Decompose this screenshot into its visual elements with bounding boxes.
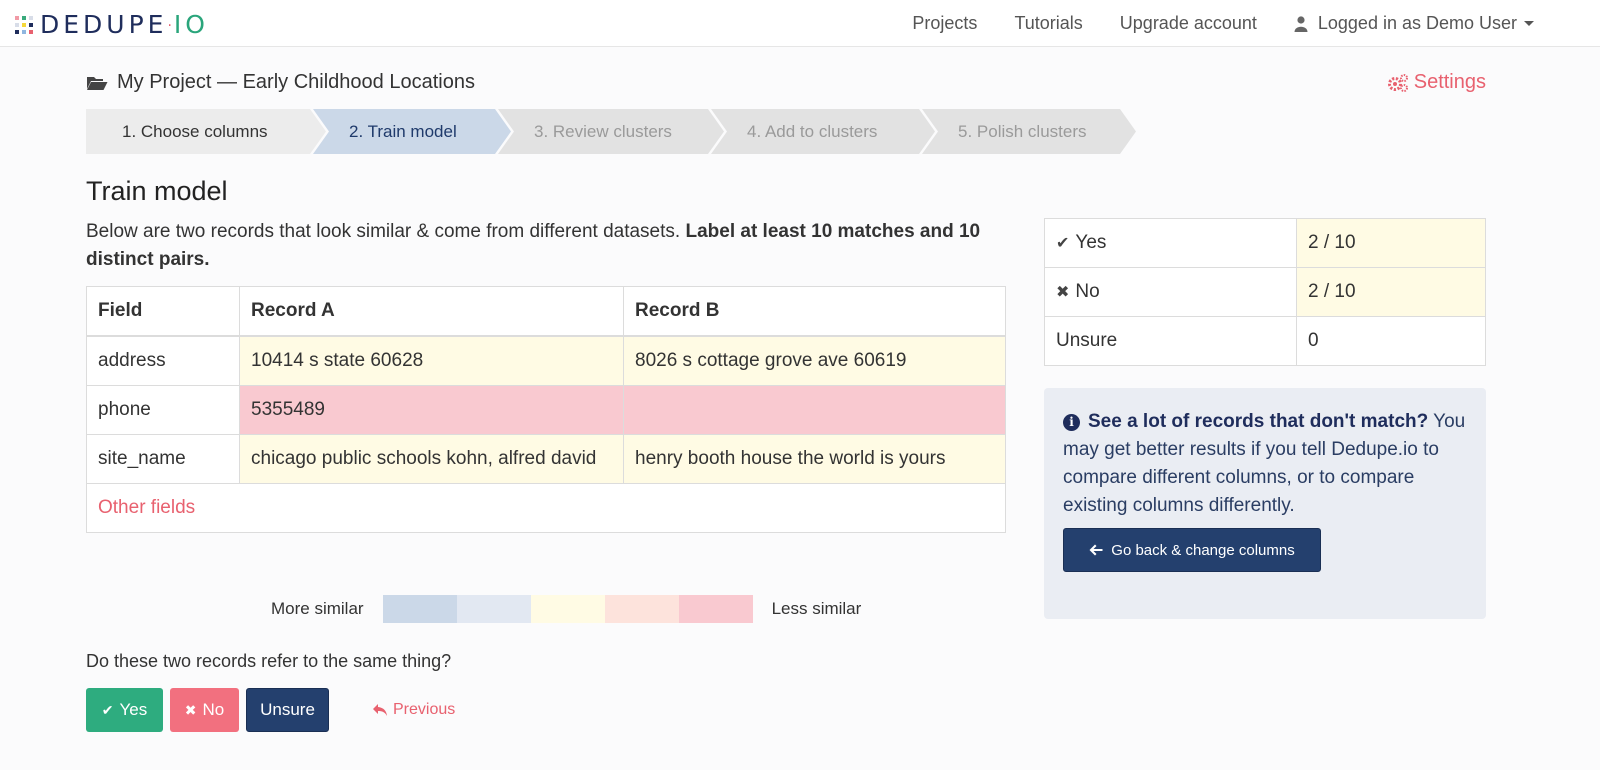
user-icon	[1294, 15, 1308, 32]
logo-dot	[15, 22, 19, 27]
folder-open-icon	[87, 76, 108, 90]
stats-label: ✖ No	[1044, 267, 1297, 317]
project-title-text: My Project — Early Childhood Locations	[117, 71, 475, 93]
info-bold: See a lot of records that don't match?	[1088, 411, 1429, 432]
times-icon: ✖	[1056, 284, 1070, 301]
top-navbar: DEDUPE·IO Projects Tutorials Upgrade acc…	[0, 0, 1600, 47]
header-record-a: Record A	[239, 286, 624, 337]
brand-suffix: IO	[173, 10, 209, 39]
legend-swatch-1	[382, 595, 457, 623]
header-field: Field	[86, 286, 240, 337]
brand-name: DEDUPE·IO	[40, 10, 209, 39]
info-circle-icon: i	[1063, 414, 1080, 431]
logo-dot	[22, 22, 26, 27]
logo-dot	[22, 15, 26, 20]
user-menu-dropdown[interactable]: Logged in as Demo User	[1294, 13, 1534, 34]
step-choose-columns[interactable]: 1. Choose columns	[86, 109, 326, 154]
table-header-row: Field Record A Record B	[86, 286, 1006, 337]
stats-value: 2 / 10	[1296, 218, 1486, 268]
reply-icon	[373, 704, 387, 716]
stats-label: Unsure	[1044, 316, 1297, 366]
field-name: phone	[86, 385, 240, 435]
record-b-value: 8026 s cottage grove ave 60619	[623, 335, 1006, 386]
logo-dot	[29, 22, 33, 27]
nav-links: Projects Tutorials Upgrade account Logge…	[875, 0, 1534, 47]
header-record-b: Record B	[623, 286, 1006, 337]
other-fields-link[interactable]: Other fields	[98, 497, 195, 518]
table-row: phone 5355489	[86, 385, 1006, 435]
field-name: address	[86, 335, 240, 386]
settings-label: Settings	[1413, 71, 1486, 93]
stats-value: 0	[1296, 316, 1486, 366]
record-a-value: 10414 s state 60628	[239, 335, 624, 386]
info-text: i See a lot of records that don't match? …	[1063, 408, 1467, 520]
match-question: Do these two records refer to the same t…	[86, 651, 452, 671]
nav-upgrade-link[interactable]: Upgrade account	[1120, 13, 1257, 34]
legend-swatch-3	[530, 595, 605, 623]
legend-swatch-2	[456, 595, 531, 623]
logo-dot	[29, 29, 33, 34]
brand-logo[interactable]: DEDUPE·IO	[15, 10, 209, 39]
yes-button-label: Yes	[119, 700, 148, 719]
intro-text-plain: Below are two records that look similar …	[86, 221, 686, 242]
nav-tutorials-link[interactable]: Tutorials	[1014, 13, 1082, 34]
field-name: site_name	[86, 434, 240, 484]
label-counts-table: ✔ Yes 2 / 10 ✖ No 2 / 10 Unsure 0	[1044, 218, 1486, 366]
legend-swatches	[382, 595, 753, 623]
legend-more-similar: More similar	[271, 599, 364, 618]
caret-down-icon	[1524, 21, 1534, 26]
progress-steps: 1. Choose columns 2. Train model 3. Revi…	[86, 109, 1123, 154]
table-row: address 10414 s state 60628 8026 s cotta…	[86, 335, 1006, 386]
step-train-model[interactable]: 2. Train model	[313, 109, 511, 154]
record-a-value: chicago public schools kohn, alfred davi…	[239, 434, 624, 484]
stats-row-unsure: Unsure 0	[1044, 316, 1486, 366]
legend-less-similar: Less similar	[771, 599, 862, 618]
yes-button[interactable]: ✔ Yes	[86, 688, 163, 732]
table-row: site_name chicago public schools kohn, a…	[86, 434, 1006, 484]
nav-projects-link[interactable]: Projects	[912, 13, 977, 34]
go-back-label: Go back & change columns	[1111, 541, 1295, 559]
step-add-to-clusters[interactable]: 4. Add to clusters	[711, 109, 935, 154]
label-buttons: ✔ Yes ✖ No Unsure Previous	[86, 688, 455, 732]
no-button-label: No	[202, 700, 225, 719]
gears-icon	[1387, 73, 1408, 92]
stats-label-text: Yes	[1075, 232, 1107, 253]
brand-name-main: DEDUPE	[40, 10, 168, 39]
stats-row-yes: ✔ Yes 2 / 10	[1044, 218, 1486, 268]
record-a-value: 5355489	[239, 385, 624, 435]
record-b-value	[623, 385, 1006, 435]
check-icon: ✔	[101, 701, 114, 718]
similarity-legend: More similar Less similar	[271, 595, 861, 623]
unsure-button[interactable]: Unsure	[246, 688, 329, 732]
times-icon: ✖	[184, 701, 197, 718]
stats-value: 2 / 10	[1296, 267, 1486, 317]
legend-swatch-5	[678, 595, 753, 623]
previous-link[interactable]: Previous	[372, 701, 455, 719]
previous-label: Previous	[393, 701, 456, 718]
other-fields-row: Other fields	[86, 483, 1006, 533]
logo-dot	[15, 29, 19, 34]
stats-label: ✔ Yes	[1044, 218, 1297, 268]
stats-row-no: ✖ No 2 / 10	[1044, 267, 1486, 317]
logo-grid-icon	[15, 15, 33, 34]
check-icon: ✔	[1056, 235, 1070, 252]
page-title: Train model	[86, 176, 228, 206]
go-back-change-columns-button[interactable]: Go back & change columns	[1063, 528, 1321, 572]
info-callout: i See a lot of records that don't match? …	[1044, 388, 1486, 619]
project-title: My Project — Early Childhood Locations	[86, 71, 475, 94]
settings-link[interactable]: Settings	[1387, 71, 1486, 94]
step-review-clusters[interactable]: 3. Review clusters	[498, 109, 724, 154]
record-b-value: henry booth house the world is yours	[623, 434, 1006, 484]
user-menu-label: Logged in as Demo User	[1317, 13, 1517, 33]
legend-swatch-4	[604, 595, 679, 623]
intro-text: Below are two records that look similar …	[86, 218, 986, 274]
logo-dot	[15, 15, 19, 20]
logo-dot	[29, 15, 33, 20]
stats-label-text: No	[1075, 281, 1100, 302]
logo-dot	[22, 29, 26, 34]
arrow-left-icon	[1089, 544, 1103, 556]
no-button[interactable]: ✖ No	[170, 688, 239, 732]
step-polish-clusters[interactable]: 5. Polish clusters	[922, 109, 1136, 154]
record-comparison-table: Field Record A Record B address 10414 s …	[86, 286, 1006, 533]
